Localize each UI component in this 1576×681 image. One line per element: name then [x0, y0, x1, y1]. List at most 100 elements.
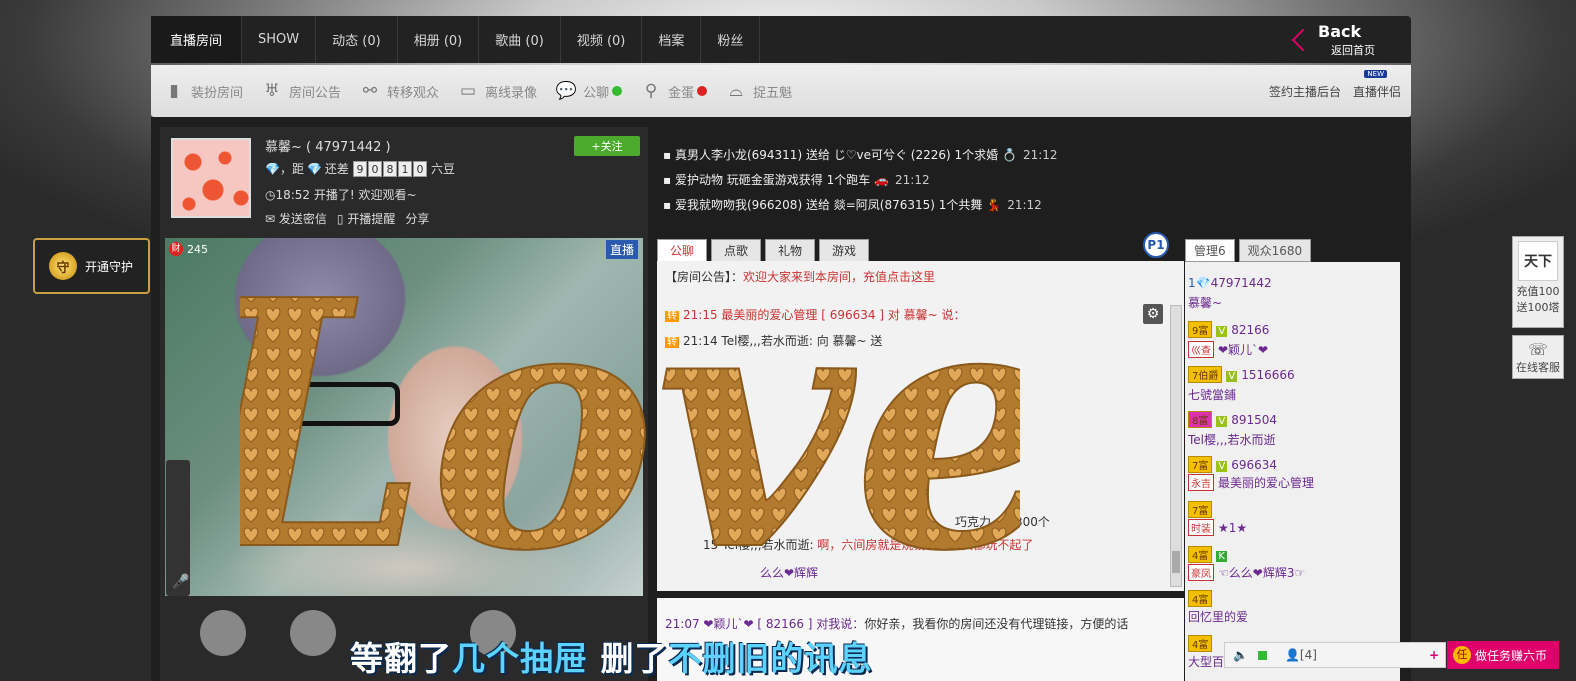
transfer-audience-button[interactable]: ⚯ 转移观众 — [359, 80, 439, 102]
streamer-avatar[interactable] — [171, 138, 251, 218]
list-item[interactable]: 巛查 ❤颖儿`❤ — [1188, 341, 1268, 358]
tab-songs[interactable]: 歌曲 (0) — [479, 16, 561, 63]
live-reminder-button[interactable]: ▯ 开播提醒 — [337, 210, 395, 227]
task-icon: 任 — [1453, 646, 1471, 664]
dress-room-button[interactable]: ▮ 装扮房间 — [163, 80, 243, 102]
online-service-button[interactable]: ☏ 在线客服 — [1512, 335, 1564, 379]
transfer-audience-label: 转移观众 — [387, 85, 440, 101]
list-item[interactable]: 永吉 最美丽的爱心管理 — [1188, 474, 1314, 491]
back-button[interactable]: Back 返回首页 — [1281, 16, 1411, 63]
chat-message: 转 21:15 最美丽的爱心管理 [ 696634 ] 对 慕馨~ 说： — [665, 306, 966, 323]
dance-icon: 💃 — [986, 198, 1002, 212]
diamond-next-icon: 💎 — [306, 161, 322, 176]
guard-label: 开通守护 — [85, 259, 134, 274]
live-reminder-label: 开播提醒 — [347, 212, 396, 226]
golden-egg-button[interactable]: ⚲ 金蛋 — [640, 80, 708, 102]
tab-fans[interactable]: 粉丝 — [701, 16, 761, 63]
chat-message: 转 21:14 Tel樱,,,若水而逝: 向 慕馨~ 送 — [665, 332, 882, 349]
catch-five-label: 捉五魁 — [753, 85, 793, 101]
recharge-promo[interactable]: 天下 充值100 送100塔 — [1512, 236, 1564, 328]
catch-five-button[interactable]: ⌓ 捉五魁 — [725, 80, 792, 102]
list-item[interactable]: 1💎47971442 — [1188, 276, 1272, 290]
list-item[interactable]: 七號當鋪 — [1188, 386, 1236, 403]
list-item[interactable]: 慕馨~ — [1188, 294, 1222, 311]
guest-avatar[interactable] — [290, 610, 336, 656]
live-status-text: 18:52 开播了! 欢迎观看~ — [275, 188, 417, 202]
digit: 0 — [412, 160, 427, 177]
list-item[interactable]: 4富 — [1188, 635, 1216, 652]
level-badge: 7伯爵 — [1188, 366, 1223, 383]
scroll-thumb[interactable] — [1172, 551, 1180, 573]
list-item[interactable]: 4富 K — [1188, 546, 1231, 563]
zhuan-badge: 转 — [665, 311, 679, 322]
signed-anchor-backend-link[interactable]: 签约主播后台 — [1269, 83, 1341, 100]
tab-song-request[interactable]: 点歌 — [711, 239, 762, 262]
service-label: 在线客服 — [1516, 361, 1560, 374]
task-earn-button[interactable]: 任 做任务赚六币 — [1447, 641, 1559, 669]
list-item[interactable]: 7富 V 696634 — [1188, 456, 1277, 473]
private-text: 你好亲，我看你的房间还没有代理链接，方便的话 — [864, 617, 1129, 631]
sports-car-icon: 🚗 — [874, 173, 889, 187]
tab-public-chat[interactable]: 公聊 — [657, 239, 708, 262]
tab-album[interactable]: 相册 (0) — [398, 16, 480, 63]
offline-record-button[interactable]: ▭ 离线录像 — [457, 80, 537, 102]
vip-badge: V — [1216, 326, 1228, 337]
caption-part: 删了 — [600, 639, 669, 678]
tab-managers[interactable]: 管理6 — [1185, 239, 1235, 262]
level-badge: 4富 — [1188, 590, 1213, 607]
user-name: 最美丽的爱心管理 — [1218, 476, 1315, 490]
share-button[interactable]: 分享 — [405, 210, 429, 227]
guest-avatar[interactable] — [200, 610, 246, 656]
phone-icon: ▯ — [336, 212, 344, 226]
microphone-icon[interactable]: 🎤 — [172, 574, 189, 590]
chevron-left-icon — [1291, 28, 1315, 51]
level-badge: 4富 — [1188, 635, 1213, 652]
list-item[interactable]: 4富 — [1188, 590, 1216, 607]
list-item[interactable]: 8富 V 891504 — [1188, 411, 1277, 428]
list-item[interactable]: 回忆里的爱 — [1188, 608, 1248, 625]
list-item[interactable]: 大型百 — [1188, 653, 1224, 670]
gift-line: ▪ 爱护动物 玩砸金蛋游戏获得 1个跑车 🚗 21:12 — [663, 173, 930, 187]
speaker-icon[interactable]: 🔈 — [1233, 648, 1248, 662]
room-announce-button[interactable]: ♅ 房间公告 — [261, 80, 341, 102]
tab-live-room[interactable]: 直播房间 — [151, 16, 243, 63]
tab-show[interactable]: SHOW — [242, 16, 317, 63]
toolbar-right: 签约主播后台 直播伴侣 — [1269, 83, 1401, 100]
public-chat-button[interactable]: 💬 公聊 — [555, 80, 623, 102]
open-guard-button[interactable]: 守 开通守护 — [33, 238, 150, 294]
public-chat-label: 公聊 — [583, 85, 610, 101]
rank-diamond-icon: 1💎 — [1188, 276, 1211, 290]
chat-scrollbar[interactable] — [1170, 305, 1182, 587]
level-badge: 4富 — [1188, 546, 1213, 563]
private-sender: 21:07 ❤颖儿`❤ [ 82166 ] 对我说： — [665, 617, 865, 631]
tab-audience[interactable]: 观众1680 — [1238, 239, 1312, 262]
tab-dynamics[interactable]: 动态 (0) — [316, 16, 398, 63]
list-item[interactable]: 9富 V 82166 — [1188, 321, 1269, 338]
chat-message-text: 21:15 最美丽的爱心管理 [ 696634 ] 对 慕馨~ 说： — [683, 308, 966, 322]
chat-message: 15 Tel樱,,,若水而逝: 啊，六间房就是烧钱啊，穷货都玩不起了 — [703, 536, 1033, 553]
wealth-icon: 财 — [169, 242, 183, 256]
monitor-icon: ▭ — [460, 81, 477, 101]
back-home-label: 返回首页 — [1331, 44, 1375, 57]
level-badge: 8富 — [1188, 411, 1213, 428]
golden-egg-label: 金蛋 — [668, 85, 695, 101]
live-companion-link[interactable]: 直播伴侣 — [1353, 83, 1401, 100]
tab-games[interactable]: 游戏 — [819, 239, 870, 262]
follow-button[interactable]: +关注 — [574, 136, 640, 156]
list-item[interactable]: 豪凤 ☜么么❤辉辉3☞ — [1188, 564, 1305, 581]
tab-profile[interactable]: 档案 — [642, 16, 702, 63]
list-item[interactable]: 7伯爵 V 1516666 — [1188, 366, 1295, 383]
chat-message-text: 21:14 Tel樱,,,若水而逝: 向 慕馨~ 送 — [683, 334, 883, 348]
tab-gifts[interactable]: 礼物 — [765, 239, 816, 262]
list-item[interactable]: Tel樱,,,若水而逝 — [1188, 431, 1275, 448]
plus-icon[interactable]: + — [1429, 648, 1439, 662]
room-announcement[interactable]: 【房间公告】：欢迎大家来到本房间，充值点击这里 — [665, 268, 935, 285]
gear-icon[interactable]: ⚙ — [1143, 304, 1163, 324]
send-private-msg-button[interactable]: ✉ 发送密信 — [265, 210, 327, 227]
parking-badge[interactable]: P1 — [1143, 232, 1169, 258]
list-item[interactable]: 7富 — [1188, 501, 1216, 518]
list-item[interactable]: 时装 ★1★ — [1188, 519, 1247, 536]
video-subject-glasses — [270, 382, 400, 426]
tab-videos[interactable]: 视频 (0) — [561, 16, 643, 63]
dress-room-icon: ▮ — [169, 81, 179, 101]
